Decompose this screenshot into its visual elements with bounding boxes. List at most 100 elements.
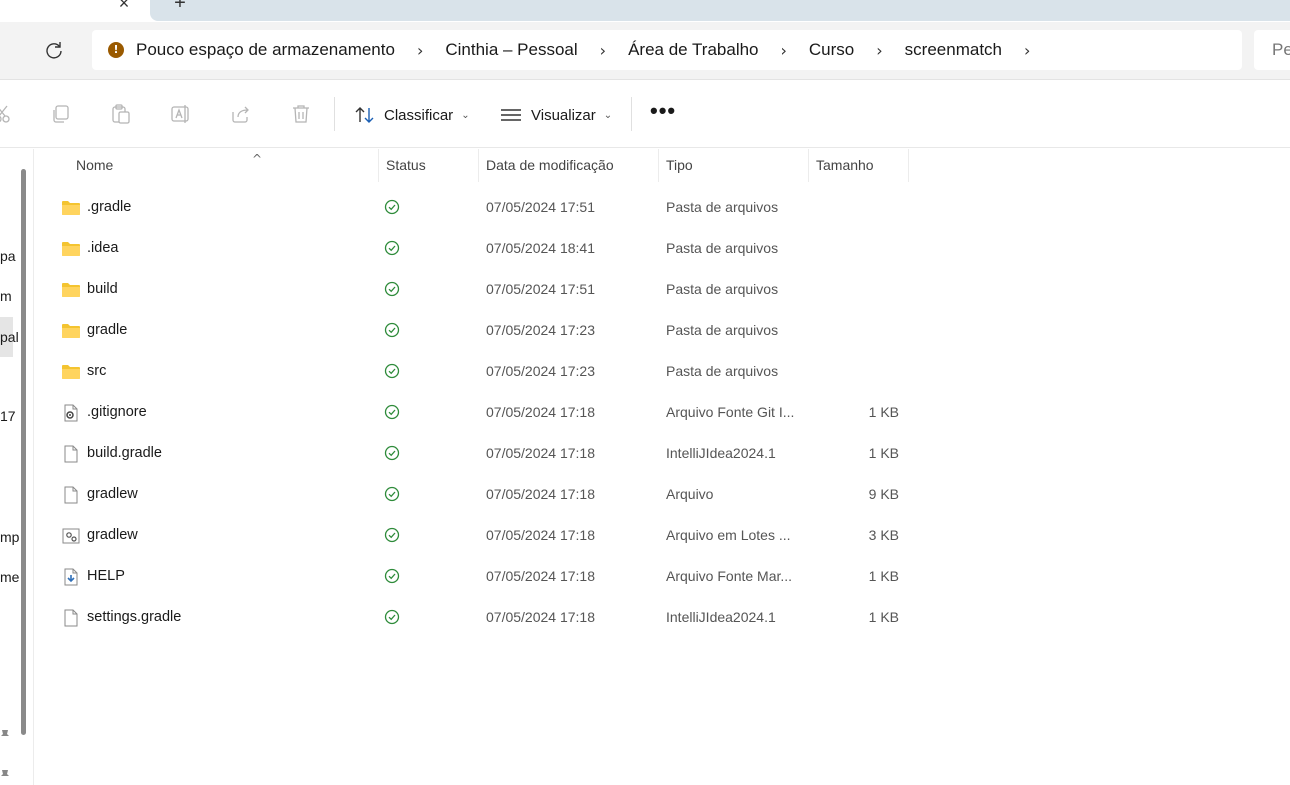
sync-status-ok-icon bbox=[384, 363, 400, 379]
delete-icon[interactable] bbox=[290, 103, 312, 125]
cut-icon[interactable] bbox=[0, 103, 14, 125]
file-row[interactable]: build.gradle 07/05/2024 17:18 IntelliJIdea… bbox=[35, 433, 1290, 474]
tab-strip: × + bbox=[0, 0, 1290, 22]
file-name: gradlew bbox=[87, 527, 138, 543]
folder-icon bbox=[61, 240, 81, 258]
folder-icon bbox=[61, 199, 81, 217]
rename-icon[interactable] bbox=[170, 103, 192, 125]
folder-icon bbox=[61, 281, 81, 299]
column-header-row: Nome ^ Status Data de modificação Tipo T… bbox=[35, 149, 1290, 182]
file-size: 3 KB bbox=[868, 527, 899, 543]
nav-item[interactable]: m bbox=[0, 288, 12, 304]
warning-icon: ! bbox=[108, 42, 124, 58]
file-row[interactable]: .gradle 07/05/2024 17:51 Pasta de arquivos bbox=[35, 187, 1290, 228]
pin-icon bbox=[0, 768, 10, 785]
nav-item[interactable]: mp bbox=[0, 529, 19, 545]
breadcrumb-chevron-icon[interactable]: › bbox=[417, 41, 423, 60]
file-name: build.gradle bbox=[87, 445, 162, 461]
breadcrumb-item[interactable]: Área de Trabalho bbox=[628, 40, 758, 60]
file-date: 07/05/2024 17:18 bbox=[486, 445, 595, 461]
nav-item[interactable]: 17 bbox=[0, 408, 16, 424]
column-header-status[interactable]: Status bbox=[379, 149, 479, 182]
sync-status-ok-icon bbox=[384, 199, 400, 215]
copy-icon[interactable] bbox=[50, 103, 72, 125]
pin-icon bbox=[0, 728, 10, 746]
sync-status-ok-icon bbox=[384, 445, 400, 461]
command-bar: Classificar ⌄ Visualizar ⌄ ••• bbox=[0, 81, 1290, 148]
file-type: Arquivo em Lotes ... bbox=[666, 527, 791, 543]
file-size: 1 KB bbox=[868, 609, 899, 625]
sync-status-ok-icon bbox=[384, 568, 400, 584]
file-row[interactable]: build 07/05/2024 17:51 Pasta de arquivos bbox=[35, 269, 1290, 310]
toolbar-divider bbox=[334, 97, 335, 131]
search-input[interactable]: Pe bbox=[1254, 30, 1290, 70]
address-bar[interactable]: ! Pouco espaço de armazenamento › Cinthia … bbox=[92, 30, 1242, 70]
nav-item[interactable]: pa bbox=[0, 248, 16, 264]
file-date: 07/05/2024 17:18 bbox=[486, 527, 595, 543]
file-icon bbox=[61, 609, 81, 627]
breadcrumb-item[interactable]: Cinthia – Pessoal bbox=[445, 40, 577, 60]
column-header-size[interactable]: Tamanho bbox=[809, 149, 909, 182]
breadcrumb-item[interactable]: screenmatch bbox=[905, 40, 1002, 60]
column-header-name[interactable]: Nome ^ bbox=[69, 149, 379, 182]
file-list: Nome ^ Status Data de modificação Tipo T… bbox=[35, 149, 1290, 785]
file-name: gradlew bbox=[87, 486, 138, 502]
file-size: 1 KB bbox=[868, 404, 899, 420]
file-row[interactable]: gradlew 07/05/2024 17:18 Arquivo em Lotes … bbox=[35, 515, 1290, 556]
sort-label: Classificar bbox=[384, 106, 454, 124]
close-tab-button[interactable]: × bbox=[114, 0, 134, 12]
share-icon[interactable] bbox=[230, 103, 252, 125]
file-type: Pasta de arquivos bbox=[666, 322, 779, 338]
column-name-label: Nome bbox=[76, 157, 114, 173]
sync-status-ok-icon bbox=[384, 404, 400, 420]
paste-icon[interactable] bbox=[110, 103, 132, 125]
file-type: IntelliJIdea2024.1 bbox=[666, 445, 776, 461]
nav-item-selected[interactable]: pal bbox=[0, 317, 19, 357]
sync-status-ok-icon bbox=[384, 486, 400, 502]
sort-icon bbox=[354, 106, 376, 124]
breadcrumb-chevron-icon[interactable]: › bbox=[1024, 41, 1030, 60]
file-type: Pasta de arquivos bbox=[666, 240, 779, 256]
file-type: Arquivo Fonte Git I... bbox=[666, 404, 795, 420]
nav-item[interactable]: me bbox=[0, 569, 19, 585]
address-row: ! Pouco espaço de armazenamento › Cinthia … bbox=[0, 22, 1290, 80]
file-row[interactable]: settings.gradle 07/05/2024 17:18 IntelliJI… bbox=[35, 597, 1290, 638]
breadcrumb-chevron-icon[interactable]: › bbox=[781, 41, 787, 60]
file-size bbox=[815, 310, 899, 351]
column-header-date[interactable]: Data de modificação bbox=[479, 149, 659, 182]
file-size bbox=[815, 269, 899, 310]
file-size: 1 KB bbox=[868, 568, 899, 584]
breadcrumb-item[interactable]: Curso bbox=[809, 40, 854, 60]
file-row[interactable]: gradlew 07/05/2024 17:18 Arquivo 9 KB bbox=[35, 474, 1290, 515]
tab-strip-background bbox=[150, 0, 1290, 21]
new-tab-button[interactable]: + bbox=[170, 0, 190, 13]
column-header-type[interactable]: Tipo bbox=[659, 149, 809, 182]
file-row[interactable]: src 07/05/2024 17:23 Pasta de arquivos bbox=[35, 351, 1290, 392]
file-row[interactable]: HELP 07/05/2024 17:18 Arquivo Fonte Mar...… bbox=[35, 556, 1290, 597]
refresh-icon[interactable] bbox=[42, 38, 66, 62]
view-button[interactable]: Visualizar ⌄ bbox=[500, 101, 612, 129]
breadcrumb-item[interactable]: Pouco espaço de armazenamento bbox=[136, 40, 395, 60]
file-row[interactable]: .gitignore 07/05/2024 17:18 Arquivo Fonte … bbox=[35, 392, 1290, 433]
file-date: 07/05/2024 17:18 bbox=[486, 568, 595, 584]
folder-icon bbox=[61, 322, 81, 340]
file-size bbox=[815, 228, 899, 269]
breadcrumb-chevron-icon[interactable]: › bbox=[876, 41, 882, 60]
file-name: settings.gradle bbox=[87, 609, 182, 625]
file-row[interactable]: .idea 07/05/2024 18:41 Pasta de arquivos bbox=[35, 228, 1290, 269]
file-row[interactable]: gradle 07/05/2024 17:23 Pasta de arquivos bbox=[35, 310, 1290, 351]
breadcrumb-chevron-icon[interactable]: › bbox=[600, 41, 606, 60]
file-name: HELP bbox=[87, 568, 125, 584]
sort-button[interactable]: Classificar ⌄ bbox=[354, 101, 470, 129]
more-options-button[interactable]: ••• bbox=[650, 100, 676, 122]
file-type: Pasta de arquivos bbox=[666, 281, 779, 297]
nav-scrollbar[interactable] bbox=[21, 169, 26, 735]
file-date: 07/05/2024 17:18 bbox=[486, 609, 595, 625]
markdown-file-icon bbox=[61, 568, 81, 586]
file-name: .gitignore bbox=[87, 404, 147, 420]
file-name: build bbox=[87, 281, 118, 297]
navigation-pane[interactable]: pa m pal 17 mp me bbox=[0, 149, 34, 785]
view-icon bbox=[500, 108, 522, 122]
file-icon bbox=[61, 445, 81, 463]
file-type: Pasta de arquivos bbox=[666, 199, 779, 215]
